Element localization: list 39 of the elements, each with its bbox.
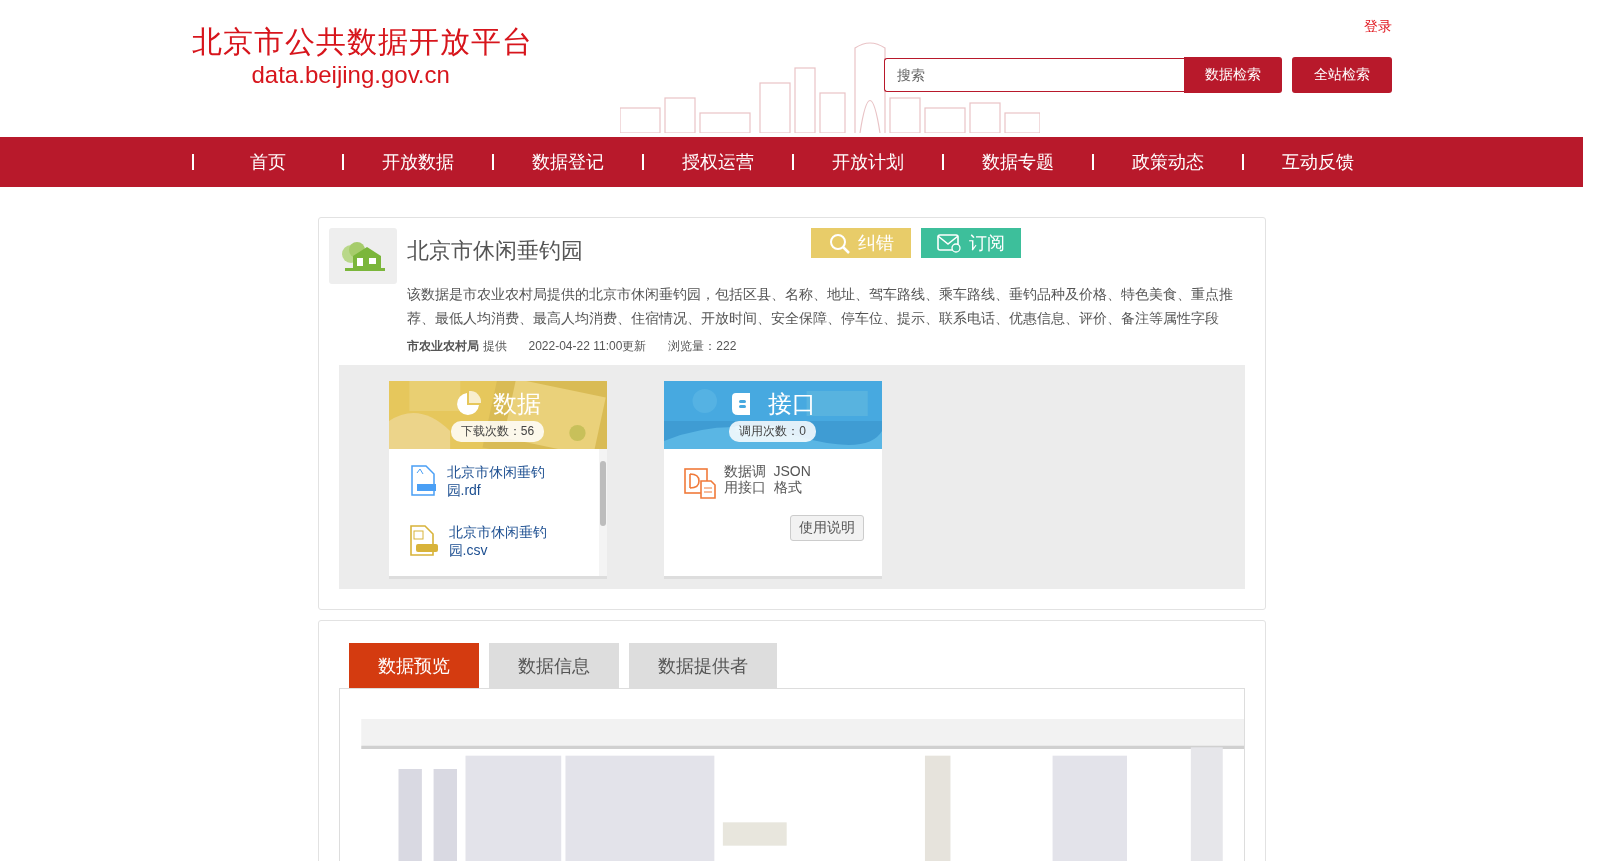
dataset-title: 北京市休闲垂钓园 <box>406 237 584 265</box>
pie-chart-icon <box>454 391 481 417</box>
tab[interactable]: 数据预览 <box>348 643 479 688</box>
magnifier-icon <box>827 232 850 254</box>
provider-label: 提供 <box>482 338 507 355</box>
site-title: 北京市公共数据开放平台 <box>191 24 533 60</box>
usage-button[interactable]: 使用说明 <box>789 515 864 541</box>
search-field[interactable]: 搜索 <box>883 58 1184 92</box>
call-count: 调用次数：0 <box>729 421 816 442</box>
rdf-file-icon <box>408 465 437 497</box>
api-name: 数据调用接口 <box>723 463 766 495</box>
envelope-icon <box>936 233 961 253</box>
api-format: JSON格式 <box>773 463 812 495</box>
nav-item[interactable]: 开放数据 <box>343 150 492 174</box>
nav-item[interactable]: 数据登记 <box>493 150 642 174</box>
login-link[interactable]: 登录 <box>1363 18 1392 36</box>
nav-item[interactable]: 政策动态 <box>1093 150 1242 174</box>
nav-item[interactable]: 互动反馈 <box>1243 150 1392 174</box>
document-icon <box>683 467 716 499</box>
provider-name: 市农业农村局 <box>406 338 479 355</box>
file-link[interactable]: 北京市休闲垂钓园.csv <box>408 523 599 559</box>
tab[interactable]: 数据信息 <box>488 643 619 688</box>
dataset-description: 该数据是市农业农村局提供的北京市休闲垂钓园，包括区县、名称、地址、驾车路线、乘车路线、垂钓品种及价格、特色美食、重点推荐、最低人均消费、最高人均消费、住宿情况、开放时间、安全保障、停车位、提示、联系电话、优惠信息、评价、备注等属性字段 <box>406 285 1234 328</box>
update-time: 2022-04-22 11:00更新 <box>528 338 647 355</box>
scrollbar[interactable] <box>598 449 607 576</box>
view-count: 浏览量：222 <box>668 338 737 355</box>
download-count: 下载次数：56 <box>450 421 545 442</box>
nav-item[interactable]: 授权运营 <box>643 150 792 174</box>
nav-item[interactable]: 数据专题 <box>943 150 1092 174</box>
file-link[interactable]: 北京市休闲垂钓园.rdf <box>408 463 599 499</box>
tab[interactable]: 数据提供者 <box>628 643 777 688</box>
nav-item[interactable]: 首页 <box>193 150 342 174</box>
site-url: data.beijing.gov.cn <box>250 60 451 90</box>
data-search-button[interactable]: 数据检索 <box>1183 57 1282 93</box>
site-search-button[interactable]: 全站检索 <box>1291 57 1392 93</box>
api-card-title: 接口 <box>767 389 816 419</box>
data-card-title: 数据 <box>492 389 541 419</box>
csv-file-icon <box>408 525 439 557</box>
nav-item[interactable]: 开放计划 <box>793 150 942 174</box>
